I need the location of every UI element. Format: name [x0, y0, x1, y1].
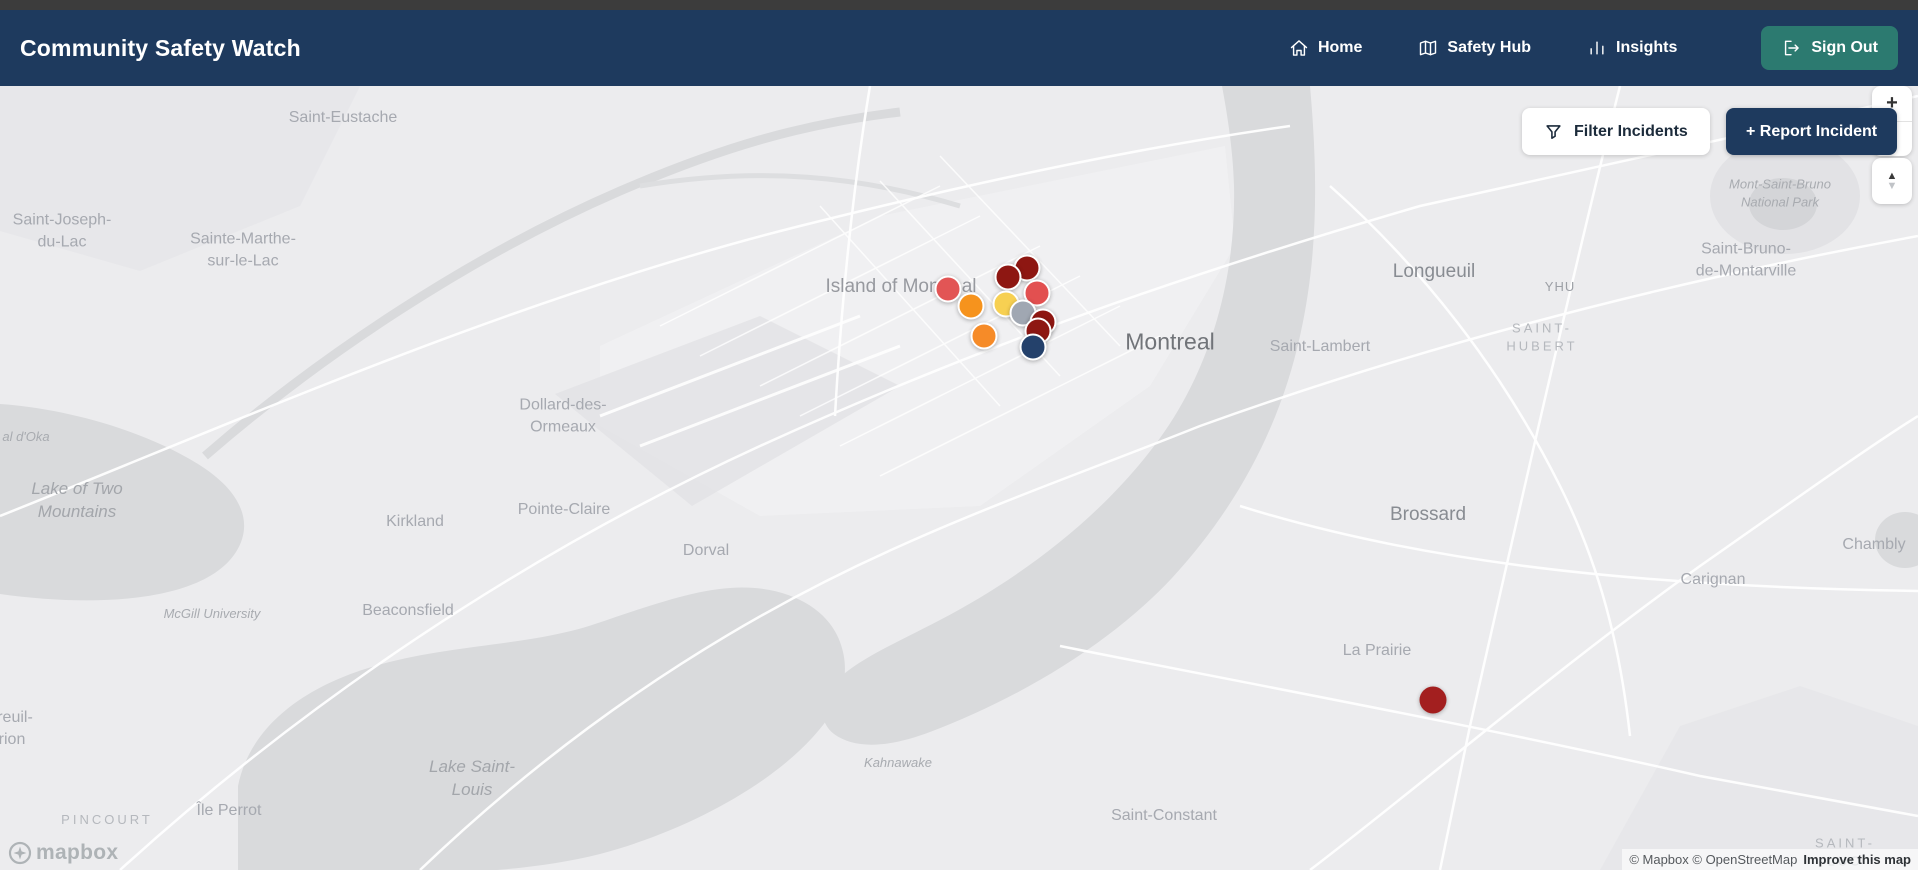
- nav-home-label: Home: [1317, 39, 1363, 56]
- map-label: Kahnawake: [864, 755, 932, 771]
- map-label: Lake of Two Mountains: [31, 479, 123, 521]
- map-label: La Prairie: [1342, 642, 1412, 660]
- map-label: Saint-Eustache: [288, 109, 398, 127]
- compass-down-icon: ▼: [1886, 180, 1898, 192]
- map-label: Mont-Saint-Bruno National Park: [1729, 176, 1831, 209]
- attribution-text: © Mapbox © OpenStreetMap: [1629, 852, 1798, 867]
- map-label: rion: [0, 731, 26, 749]
- map-label: Saint-Bruno- de-Montarville: [1695, 240, 1797, 279]
- app: Community Safety Watch Home Safety Hub I…: [0, 0, 1918, 870]
- nav-safety-hub-label: Safety Hub: [1447, 39, 1531, 56]
- nav-home[interactable]: Home: [1289, 38, 1362, 58]
- mapbox-logo-icon: [8, 841, 32, 865]
- map-label: Chambly: [1842, 536, 1906, 554]
- map-label: McGill University: [163, 606, 261, 622]
- map-canvas[interactable]: Saint-Eustache Saint-Joseph- du-Lac Sainte…: [0, 0, 1918, 870]
- map-icon: [1418, 38, 1438, 58]
- map-label: Saint-Joseph- du-Lac: [12, 211, 112, 250]
- map-label: Sainte-Marthe- sur-le-Lac: [190, 230, 296, 269]
- map-label: Beaconsfield: [362, 602, 454, 620]
- nav-insights[interactable]: Insights: [1587, 38, 1677, 58]
- map-label: Lake Saint- Louis: [429, 757, 515, 799]
- map-label: Longueuil: [1392, 261, 1476, 283]
- map-label: Montreal: [1125, 328, 1215, 355]
- nav-safety-hub[interactable]: Safety Hub: [1418, 38, 1531, 58]
- map-label: Pointe-Claire: [517, 501, 611, 519]
- filter-incidents-button[interactable]: Filter Incidents: [1522, 108, 1710, 155]
- map-label: Dollard-des- Ormeaux: [519, 396, 607, 435]
- map-label: Carignan: [1680, 571, 1746, 589]
- map-compass-control[interactable]: ▲ ▼: [1872, 158, 1912, 204]
- filter-funnel-icon: [1546, 125, 1561, 140]
- nav-insights-label: Insights: [1616, 39, 1678, 56]
- map-label: reuil-: [0, 709, 33, 727]
- incident-marker[interactable]: [957, 292, 985, 320]
- mapbox-logo[interactable]: mapbox: [8, 841, 118, 865]
- map-label: Île Perrot: [196, 802, 262, 820]
- incident-marker[interactable]: [994, 263, 1022, 291]
- sign-out-button[interactable]: Sign Out: [1761, 26, 1898, 70]
- main-nav: Home Safety Hub Insights Sign Out: [1289, 26, 1898, 70]
- map-label: Kirkland: [386, 513, 444, 531]
- sign-out-label: Sign Out: [1811, 39, 1878, 56]
- map-label: Brossard: [1389, 504, 1467, 526]
- map-label: YHU: [1544, 279, 1576, 295]
- sign-out-icon: [1781, 38, 1801, 58]
- app-title: Community Safety Watch: [20, 34, 301, 61]
- improve-map-link[interactable]: Improve this map: [1803, 852, 1911, 867]
- map-label: al d'Oka: [2, 429, 50, 445]
- map-attribution: © Mapbox © OpenStreetMap Improve this ma…: [1622, 849, 1918, 870]
- map-label: PINCOURT: [61, 812, 153, 828]
- incident-marker[interactable]: [970, 322, 998, 350]
- map-label: Saint-Constant: [1111, 807, 1217, 825]
- bar-chart-icon: [1587, 38, 1607, 58]
- home-icon: [1289, 38, 1309, 58]
- incident-marker[interactable]: [1019, 333, 1047, 361]
- incident-marker[interactable]: [934, 275, 962, 303]
- filter-label: Filter Incidents: [1574, 122, 1688, 140]
- report-incident-button[interactable]: + Report Incident: [1726, 108, 1898, 155]
- incident-marker[interactable]: [1419, 686, 1447, 714]
- window-top-strip: [0, 0, 1918, 10]
- mapbox-wordmark: mapbox: [36, 841, 119, 864]
- map-label: SAINT- HUBERT: [1506, 320, 1578, 353]
- map-label: Saint-Lambert: [1269, 338, 1371, 356]
- report-label: + Report Incident: [1746, 122, 1878, 140]
- app-header: Community Safety Watch Home Safety Hub I…: [0, 10, 1918, 86]
- map-label: Dorval: [682, 542, 730, 560]
